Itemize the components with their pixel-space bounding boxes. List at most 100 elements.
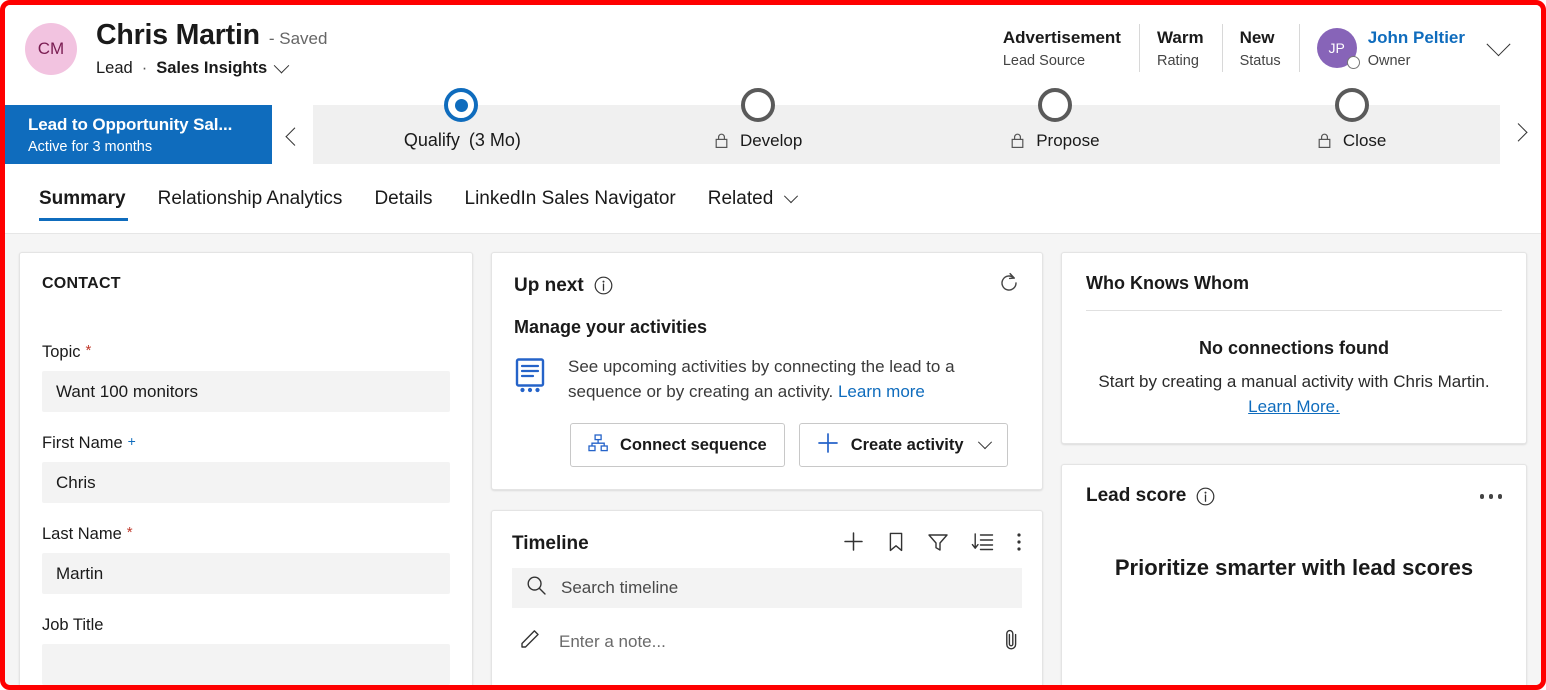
field-job-title-label: Job Title	[42, 616, 450, 635]
learn-more-link[interactable]: Learn more	[838, 382, 925, 401]
topic-input[interactable]: Want 100 monitors	[42, 371, 450, 412]
bpf-stage-qualify[interactable]: Qualify (3 Mo)	[313, 105, 610, 164]
rating-value: Warm	[1157, 28, 1204, 48]
sort-icon[interactable]	[971, 531, 994, 557]
chevron-down-icon[interactable]	[274, 58, 290, 74]
bookmark-icon[interactable]	[887, 531, 905, 558]
title-row: Chris Martin - Saved	[96, 19, 327, 52]
activity-list-icon	[514, 357, 550, 400]
first-name-input[interactable]: Chris	[42, 462, 450, 503]
chevron-down-icon	[784, 189, 798, 203]
info-icon[interactable]	[1196, 487, 1215, 506]
create-activity-label: Create activity	[851, 436, 964, 455]
business-process-flow: Lead to Opportunity Sal... Active for 3 …	[5, 105, 1541, 164]
record-header: CM Chris Martin - Saved Lead · Sales Ins…	[5, 5, 1541, 105]
lead-source-label: Lead Source	[1003, 53, 1121, 69]
filter-icon[interactable]	[927, 532, 949, 557]
lead-score-more-options-icon[interactable]	[1480, 494, 1503, 499]
hierarchy-icon	[588, 434, 608, 457]
status-value: New	[1240, 28, 1281, 48]
chevron-left-icon	[285, 127, 303, 145]
tab-relationship-analytics[interactable]: Relationship Analytics	[142, 164, 359, 233]
bpf-stage-develop-label: Develop	[714, 131, 802, 151]
save-status: - Saved	[269, 29, 328, 49]
bpf-process-duration: Active for 3 months	[28, 139, 272, 155]
lead-score-card: Lead score Prioritize smarter with lead …	[1061, 464, 1527, 690]
field-last-name: Last Name * Martin	[42, 525, 450, 594]
create-activity-button[interactable]: Create activity	[799, 423, 1008, 467]
plus-icon	[817, 432, 839, 459]
header-field-rating[interactable]: Warm Rating	[1139, 19, 1222, 77]
connect-sequence-button[interactable]: Connect sequence	[570, 423, 785, 467]
who-knows-whom-description: Start by creating a manual activity with…	[1086, 370, 1502, 419]
tab-summary[interactable]: Summary	[25, 164, 142, 233]
required-star-icon: *	[86, 343, 92, 358]
refresh-icon[interactable]	[998, 272, 1020, 299]
timeline-note-input[interactable]: Enter a note...	[512, 620, 1022, 664]
bpf-previous-button[interactable]	[272, 105, 313, 164]
avatar-initials: CM	[38, 39, 64, 59]
bpf-stage-close[interactable]: Close	[1203, 105, 1500, 164]
field-value: Chris	[56, 473, 96, 493]
owner-name[interactable]: John Peltier	[1368, 28, 1465, 48]
no-connections-message: No connections found	[1086, 338, 1502, 359]
form-body: CONTACT Topic * Want 100 monitors First …	[5, 234, 1541, 690]
bpf-stage-propose[interactable]: Propose	[907, 105, 1204, 164]
bpf-stage-track: Qualify (3 Mo) Develop	[313, 105, 1500, 164]
bpf-stage-close-label: Close	[1317, 131, 1386, 151]
bpf-next-button[interactable]	[1500, 105, 1541, 164]
required-plus-icon: +	[128, 434, 136, 448]
field-label-text: Job Title	[42, 616, 103, 635]
more-options-icon[interactable]	[1016, 531, 1022, 558]
status-label: Status	[1240, 53, 1281, 69]
lead-source-value: Advertisement	[1003, 28, 1121, 48]
stage-label-text: Qualify	[404, 130, 460, 151]
page-title: Chris Martin	[96, 19, 260, 52]
tab-linkedin-sales-navigator[interactable]: LinkedIn Sales Navigator	[449, 164, 692, 233]
attachment-icon[interactable]	[1003, 628, 1020, 657]
header-field-status[interactable]: New Status	[1222, 19, 1299, 77]
bpf-stage-develop[interactable]: Develop	[610, 105, 907, 164]
tab-details[interactable]: Details	[358, 164, 448, 233]
record-subtitle: Lead · Sales Insights	[96, 59, 327, 78]
owner-avatar-initials: JP	[1329, 40, 1345, 56]
last-name-input[interactable]: Martin	[42, 553, 450, 594]
up-next-header: Up next	[514, 272, 1020, 299]
header-field-owner[interactable]: JP John Peltier Owner	[1299, 19, 1475, 77]
field-label-text: First Name	[42, 434, 123, 453]
timeline-header: Timeline	[512, 530, 1022, 558]
contact-column: CONTACT Topic * Want 100 monitors First …	[19, 252, 473, 690]
up-next-subtitle: Manage your activities	[514, 317, 1020, 338]
who-knows-whom-title: Who Knows Whom	[1086, 273, 1502, 311]
search-icon	[526, 575, 547, 601]
center-column: Up next	[491, 252, 1043, 690]
info-icon[interactable]	[594, 276, 613, 295]
header-expand-button[interactable]	[1475, 19, 1521, 77]
who-knows-whom-description-text: Start by creating a manual activity with…	[1098, 372, 1489, 391]
add-icon[interactable]	[842, 530, 865, 558]
chevron-right-icon	[1509, 123, 1527, 141]
chevron-down-icon	[1486, 32, 1510, 56]
rating-label: Rating	[1157, 53, 1204, 69]
header-field-lead-source[interactable]: Advertisement Lead Source	[985, 19, 1139, 77]
stage-duration-text: (3 Mo)	[469, 130, 521, 151]
tab-related[interactable]: Related	[692, 164, 813, 233]
bpf-process-name-block[interactable]: Lead to Opportunity Sal... Active for 3 …	[5, 105, 272, 164]
bpf-stage-qualify-label: Qualify (3 Mo)	[402, 130, 521, 151]
job-title-input[interactable]	[42, 644, 450, 685]
app-name-label: Sales Insights	[156, 59, 267, 78]
tab-label: LinkedIn Sales Navigator	[465, 188, 676, 210]
timeline-note-placeholder: Enter a note...	[559, 632, 666, 652]
field-job-title: Job Title	[42, 616, 450, 685]
timeline-search-input[interactable]: Search timeline	[512, 568, 1022, 608]
connect-sequence-label: Connect sequence	[620, 436, 767, 455]
field-last-name-label: Last Name *	[42, 525, 450, 544]
field-first-name-label: First Name +	[42, 434, 450, 453]
learn-more-link[interactable]: Learn More.	[1248, 397, 1340, 416]
who-knows-whom-card: Who Knows Whom No connections found Star…	[1061, 252, 1527, 444]
tab-bar: Summary Relationship Analytics Details L…	[5, 164, 1541, 234]
up-next-content: See upcoming activities by connecting th…	[514, 354, 1020, 404]
subtitle-separator: ·	[142, 59, 148, 78]
stage-inactive-marker-icon	[741, 88, 775, 122]
lead-score-title: Lead score	[1086, 485, 1186, 507]
